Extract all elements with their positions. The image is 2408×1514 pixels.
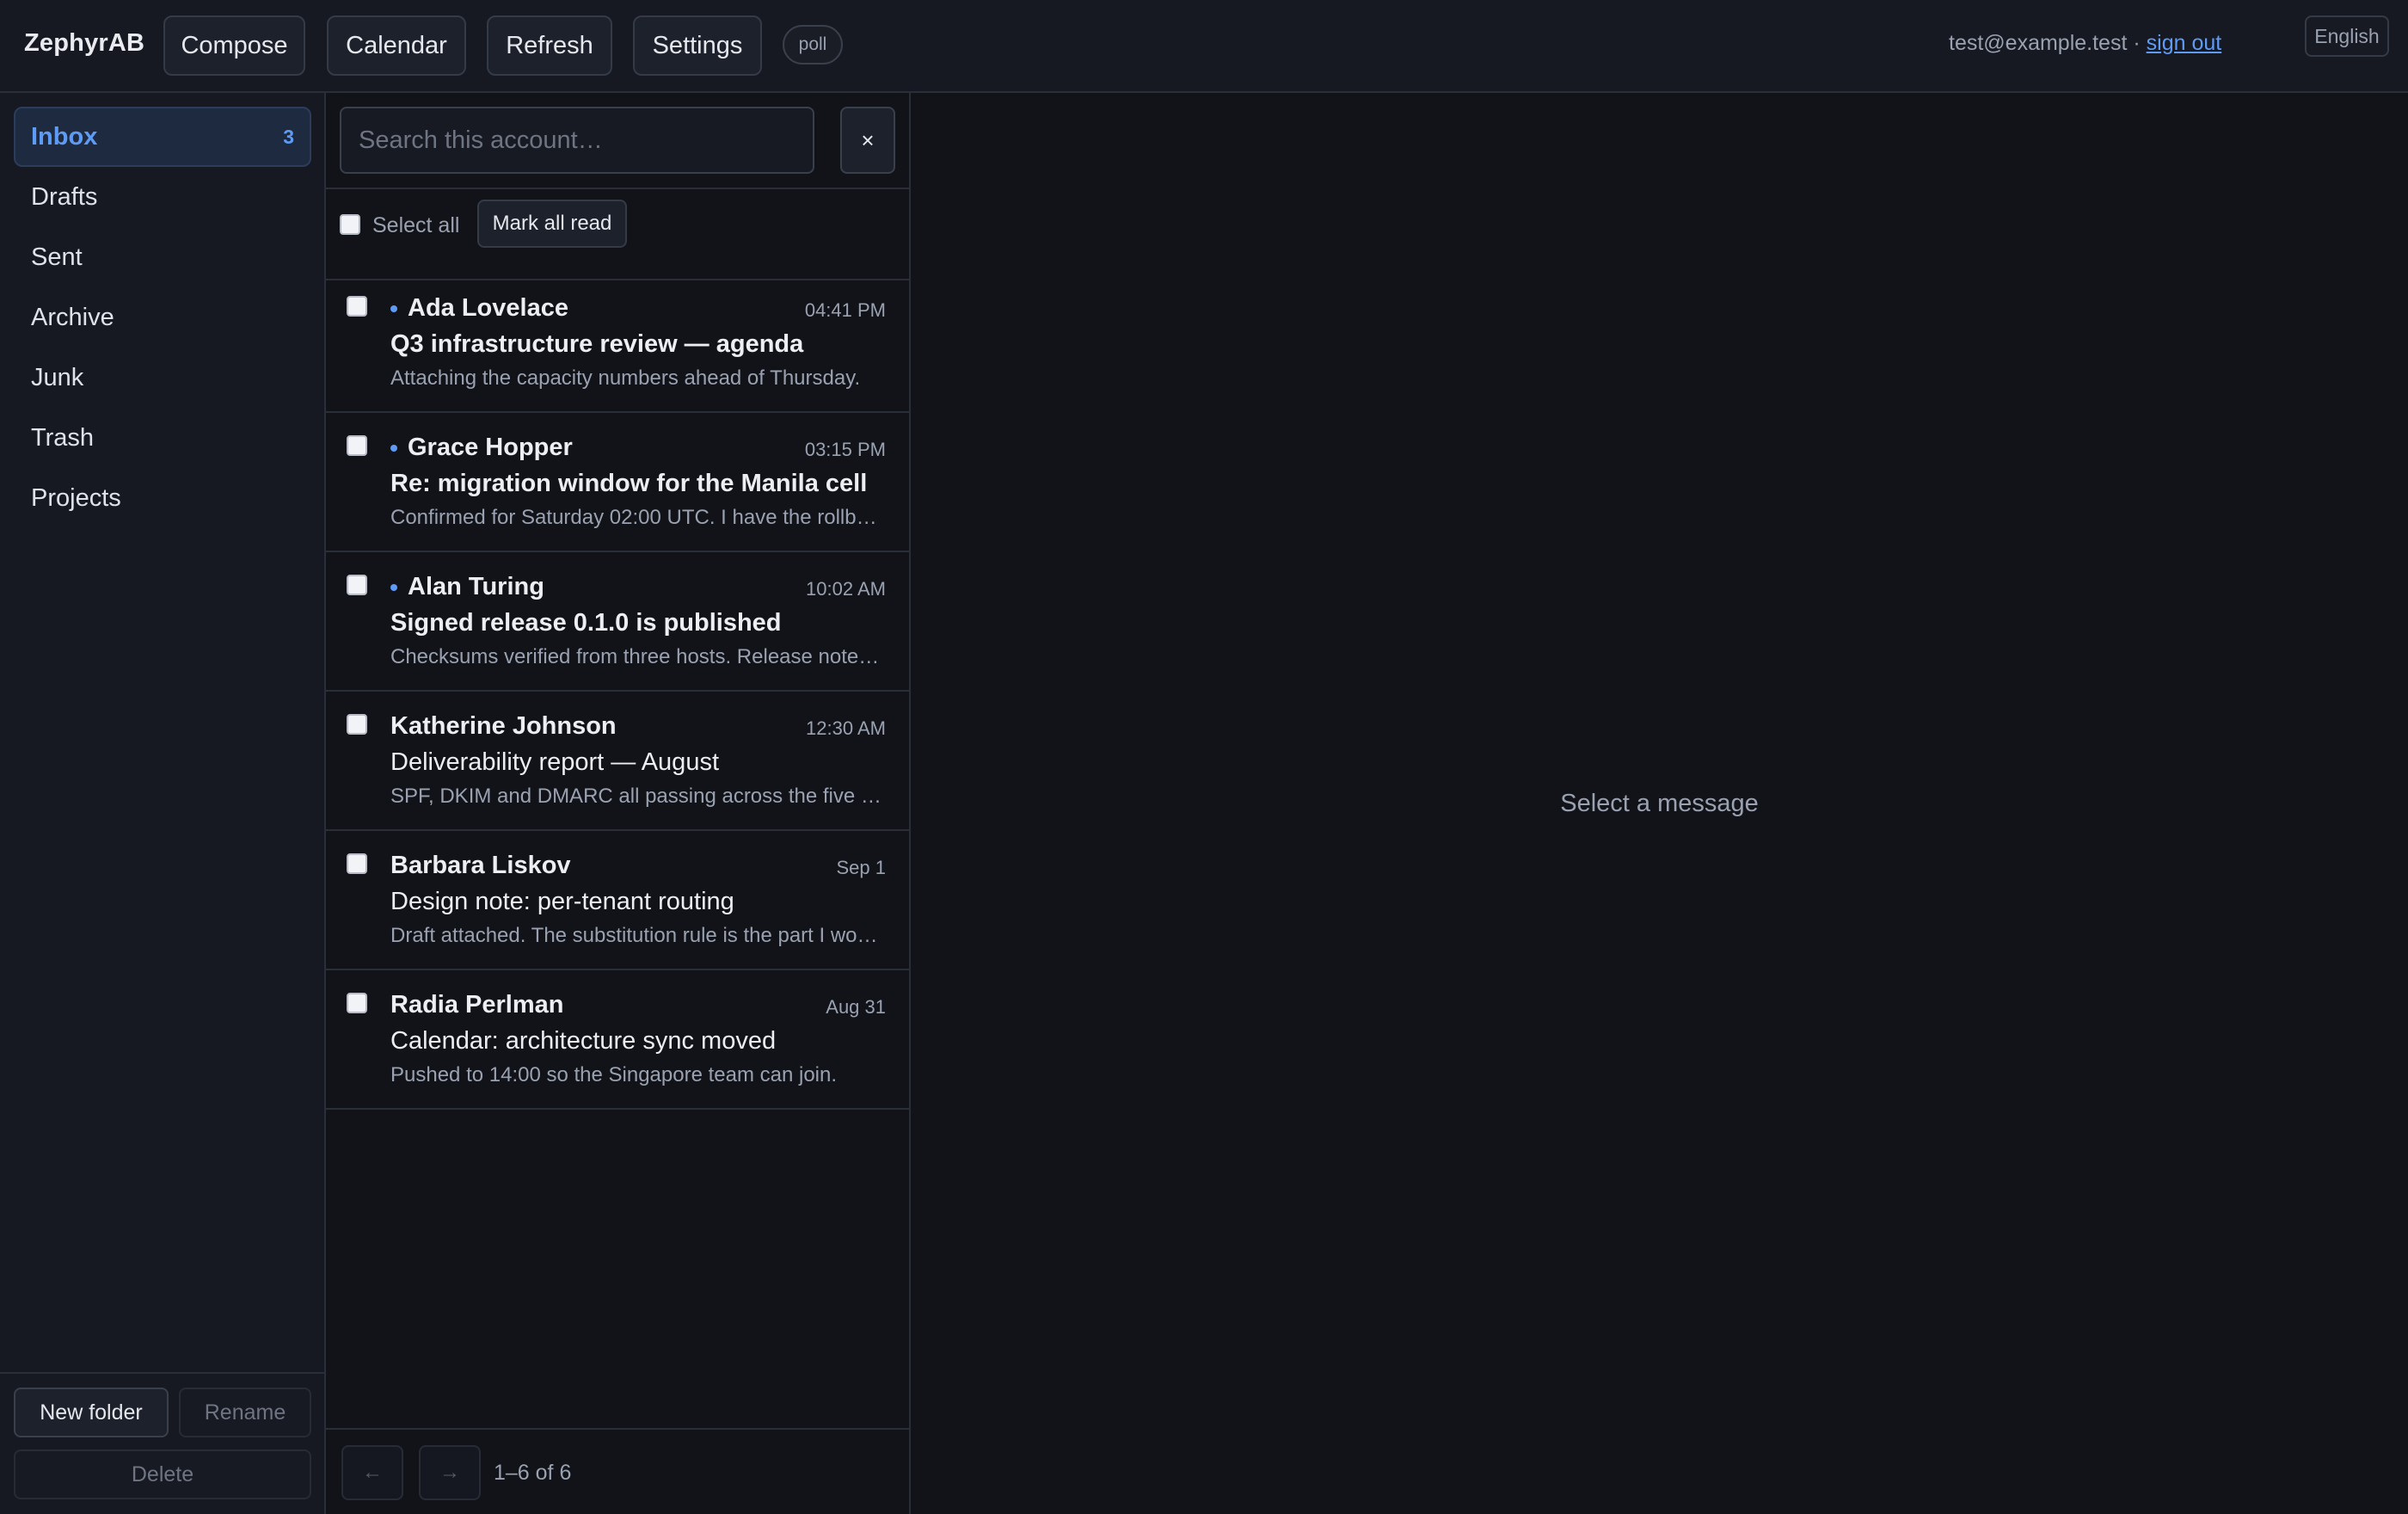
poll-badge: poll	[783, 25, 843, 65]
message-checkbox[interactable]	[347, 435, 367, 456]
sidebar-item-inbox[interactable]: Inbox 3	[14, 107, 311, 167]
message-time: 10:02 AM	[806, 578, 886, 600]
next-page-button[interactable]: →	[419, 1445, 481, 1500]
message-preview: Checksums verified from three hosts. Rel…	[390, 645, 888, 668]
unread-dot-icon	[390, 445, 397, 452]
message-time: Sep 1	[836, 857, 887, 878]
message-row[interactable]: Barbara Liskov Sep 1 Design note: per-te…	[326, 831, 909, 970]
select-all-checkbox[interactable]	[340, 214, 360, 235]
sign-out-link[interactable]: sign out	[2147, 31, 2222, 55]
folder-label: Junk	[31, 364, 84, 391]
sidebar-item-drafts[interactable]: Drafts	[14, 167, 311, 227]
select-all-label: Select all	[372, 213, 460, 237]
new-folder-button[interactable]: New folder	[14, 1388, 169, 1437]
clear-search-button[interactable]: ×	[840, 107, 895, 174]
mark-all-read-button[interactable]: Mark all read	[477, 200, 627, 248]
sidebar-item-trash[interactable]: Trash	[14, 408, 311, 468]
message-checkbox[interactable]	[347, 714, 367, 735]
message-preview: Attaching the capacity numbers ahead of …	[390, 366, 861, 390]
message-checkbox[interactable]	[347, 853, 367, 874]
message-subject: Design note: per-tenant routing	[390, 888, 734, 915]
sidebar-item-projects[interactable]: Projects	[14, 468, 311, 528]
message-preview: SPF, DKIM and DMARC all passing across t…	[390, 785, 888, 808]
message-subject: Re: migration window for the Manila cell	[390, 470, 868, 497]
message-row[interactable]: Ada Lovelace 04:41 PM Q3 infrastructure …	[326, 274, 909, 413]
folder-sidebar: Inbox 3 Drafts Sent Archive Junk Trash P…	[0, 93, 326, 1514]
folder-actions: New folder Rename Delete	[0, 1372, 324, 1514]
folder-label: Drafts	[31, 183, 98, 211]
rename-folder-button[interactable]: Rename	[179, 1388, 311, 1437]
message-subject: Deliverability report — August	[390, 748, 719, 776]
message-sender: Barbara Liskov	[390, 852, 571, 879]
folder-label: Archive	[31, 304, 114, 331]
message-sender: Grace Hopper	[390, 434, 573, 462]
message-sender: Radia Perlman	[390, 991, 564, 1019]
refresh-button[interactable]: Refresh	[487, 15, 612, 76]
sidebar-item-junk[interactable]: Junk	[14, 348, 311, 408]
message-subject: Calendar: architecture sync moved	[390, 1027, 777, 1055]
prev-page-button[interactable]: ←	[341, 1445, 403, 1500]
top-bar: ZephyrAB Compose Calendar Refresh Settin…	[0, 0, 2408, 93]
message-preview: Draft attached. The substitution rule is…	[390, 924, 888, 947]
message-time: 04:41 PM	[804, 299, 886, 321]
reading-pane: Select a message	[911, 93, 2408, 1514]
unread-count-badge: 3	[283, 126, 294, 148]
folder-label: Sent	[31, 243, 83, 271]
message-preview: Confirmed for Saturday 02:00 UTC. I have…	[390, 506, 888, 529]
sidebar-item-archive[interactable]: Archive	[14, 287, 311, 348]
message-sender: Katherine Johnson	[390, 712, 617, 740]
message-checkbox[interactable]	[347, 993, 367, 1013]
account-separator: ·	[2127, 31, 2147, 55]
folder-label: Trash	[31, 424, 95, 452]
message-sender: Ada Lovelace	[390, 294, 568, 323]
unread-dot-icon	[390, 584, 397, 592]
unread-dot-icon	[390, 305, 397, 313]
message-preview: Pushed to 14:00 so the Singapore team ca…	[390, 1063, 838, 1086]
message-row[interactable]: Grace Hopper 03:15 PM Re: migration wind…	[326, 413, 909, 552]
calendar-button[interactable]: Calendar	[327, 15, 466, 76]
message-checkbox[interactable]	[347, 296, 367, 317]
pagination: ← → 1–6 of 6	[326, 1428, 909, 1514]
account-info: test@example.test · sign out	[1949, 31, 2221, 56]
message-time: 12:30 AM	[806, 717, 886, 739]
message-list-pane: × Select all Mark all read Ada Lovelace …	[326, 93, 911, 1514]
settings-button[interactable]: Settings	[633, 15, 762, 76]
message-subject: Signed release 0.1.0 is published	[390, 609, 782, 637]
message-time: Aug 31	[826, 996, 886, 1018]
language-select[interactable]: English	[2305, 15, 2389, 57]
page-range-info: 1–6 of 6	[494, 1461, 572, 1485]
message-sender: Alan Turing	[390, 573, 544, 601]
message-row[interactable]: Katherine Johnson 12:30 AM Deliverabilit…	[326, 692, 909, 831]
message-subject: Q3 infrastructure review — agenda	[390, 330, 804, 358]
compose-button[interactable]: Compose	[163, 15, 305, 76]
empty-reader-text: Select a message	[1560, 790, 1759, 817]
message-checkbox[interactable]	[347, 575, 367, 595]
app-brand: ZephyrAB	[24, 29, 145, 57]
message-time: 03:15 PM	[804, 439, 886, 460]
message-row[interactable]: Alan Turing 10:02 AM Signed release 0.1.…	[326, 552, 909, 692]
delete-folder-button[interactable]: Delete	[14, 1449, 311, 1499]
message-row[interactable]: Radia Perlman Aug 31 Calendar: architect…	[326, 970, 909, 1110]
sidebar-item-sent[interactable]: Sent	[14, 227, 311, 287]
search-input[interactable]	[340, 107, 814, 174]
folder-label: Projects	[31, 484, 121, 512]
account-email: test@example.test	[1949, 31, 2128, 55]
folder-label: Inbox	[31, 123, 98, 151]
